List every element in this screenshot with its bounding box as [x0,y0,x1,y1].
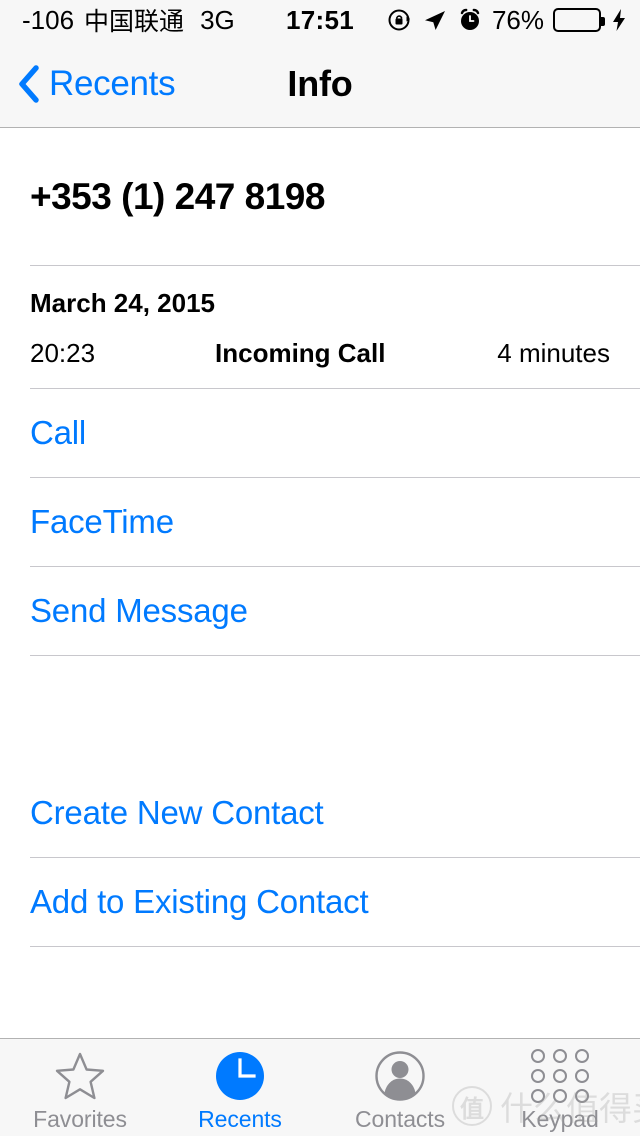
action-row-call[interactable]: Call [0,389,640,477]
call-log-section: March 24, 2015 20:23 Incoming Call 4 min… [0,266,640,388]
call-duration: 4 minutes [497,338,610,368]
tab-contacts[interactable]: Contacts [320,1039,480,1136]
tab-favorites[interactable]: Favorites [0,1039,160,1136]
rotation-lock-icon [387,7,413,33]
status-bar: -106 中国联通 3G 17:51 76% [0,0,640,40]
battery-icon [553,8,605,32]
phone-number: +353 (1) 247 8198 [30,176,325,217]
star-outline-icon [54,1050,106,1102]
action-row-add-to-existing-contact[interactable]: Add to Existing Contact [0,858,640,946]
back-button[interactable]: Recents [18,40,176,128]
clock-filled-icon [214,1050,266,1102]
info-content: +353 (1) 247 8198 March 24, 2015 20:23 I… [0,129,640,1038]
status-bar-right: 76% [387,0,628,40]
person-circle-icon [374,1050,426,1102]
alarm-clock-icon [457,7,483,33]
action-row-facetime[interactable]: FaceTime [0,478,640,566]
call-time: 20:23 [30,338,96,368]
location-arrow-icon [422,7,448,33]
action-label: Call [30,414,87,451]
battery-percent-label: 76% [491,4,544,35]
tab-keypad[interactable]: Keypad [480,1039,640,1136]
back-button-label: Recents [49,64,176,103]
action-label: Add to Existing Contact [30,883,369,920]
tab-bar: Favorites Recents Contacts Keypad [0,1038,640,1136]
chevron-left-icon [18,65,40,103]
phone-info-screen: -106 中国联通 3G 17:51 76% Recents Info +353… [0,0,640,1136]
separator [30,946,640,947]
action-label: Send Message [30,592,248,629]
tab-recents[interactable]: Recents [160,1039,320,1136]
tab-label: Recents [198,1106,282,1132]
action-row-create-new-contact[interactable]: Create New Contact [0,769,640,857]
call-log-date: March 24, 2015 [30,288,216,318]
call-log-row: 20:23 Incoming Call 4 minutes [30,338,610,370]
charging-bolt-icon [610,7,628,33]
keypad-dots-icon [531,1049,589,1103]
tab-label: Contacts [355,1106,445,1132]
call-type: Incoming Call [215,338,386,368]
action-row-send-message[interactable]: Send Message [0,567,640,655]
phone-number-block: +353 (1) 247 8198 [0,129,640,265]
navigation-bar: Recents Info [0,40,640,128]
tab-label: Keypad [521,1106,599,1132]
action-label: Create New Contact [30,794,324,831]
tab-label: Favorites [33,1106,127,1132]
action-label: FaceTime [30,503,174,540]
